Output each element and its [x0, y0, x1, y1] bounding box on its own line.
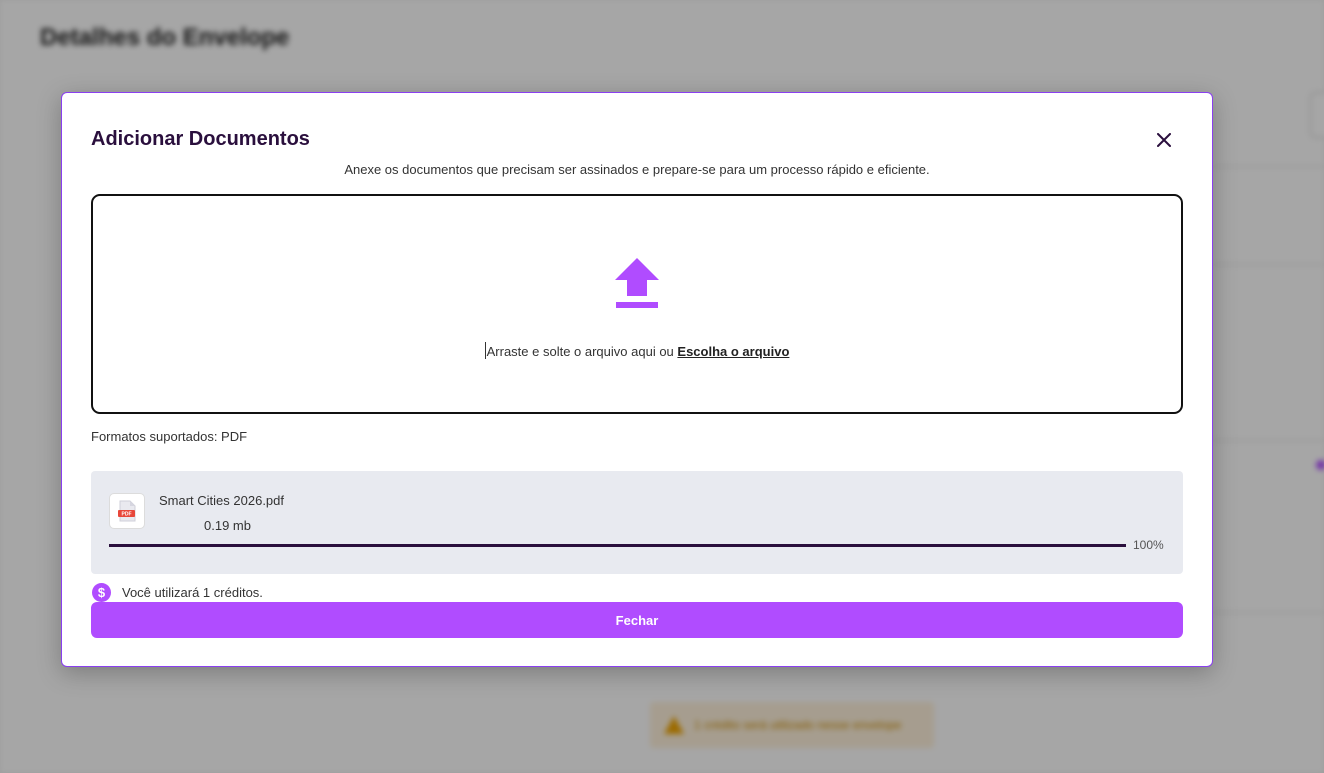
modal-title: Adicionar Documentos — [91, 128, 310, 150]
file-dropzone[interactable]: Arraste e solte o arquivo aqui ou Escolh… — [91, 194, 1183, 414]
upload-progress-label: 100% — [1133, 538, 1164, 552]
close-icon[interactable] — [1151, 127, 1177, 153]
dollar-coin-icon: $ — [92, 583, 111, 602]
file-name: Smart Cities 2026.pdf — [159, 493, 285, 508]
file-size: 0.19 mb — [204, 518, 251, 533]
pdf-file-icon: PDF — [109, 493, 145, 529]
text-caret — [484, 342, 486, 359]
upload-progress-fill — [109, 544, 1126, 547]
credits-text: Você utilizará 1 créditos. — [122, 585, 263, 600]
close-button[interactable]: Fechar — [91, 602, 1183, 638]
modal-subtitle: Anexe os documentos que precisam ser ass… — [344, 162, 930, 177]
upload-icon — [615, 258, 659, 315]
dropzone-text: Arraste e solte o arquivo aqui ou Escolh… — [93, 342, 1181, 359]
pdf-badge-label: PDF — [122, 512, 132, 518]
add-documents-modal: Adicionar Documentos Anexe os documentos… — [61, 92, 1213, 667]
dropzone-instruction: Arraste e solte o arquivo aqui ou — [486, 344, 674, 359]
choose-file-link[interactable]: Escolha o arquivo — [677, 344, 789, 359]
uploaded-file-card: PDF Smart Cities 2026.pdf 0.19 mb 100% — [91, 471, 1183, 574]
supported-formats: Formatos suportados: PDF — [91, 429, 248, 444]
credits-info: $ Você utilizará 1 créditos. — [92, 583, 263, 602]
upload-progress-bar — [109, 544, 1126, 547]
